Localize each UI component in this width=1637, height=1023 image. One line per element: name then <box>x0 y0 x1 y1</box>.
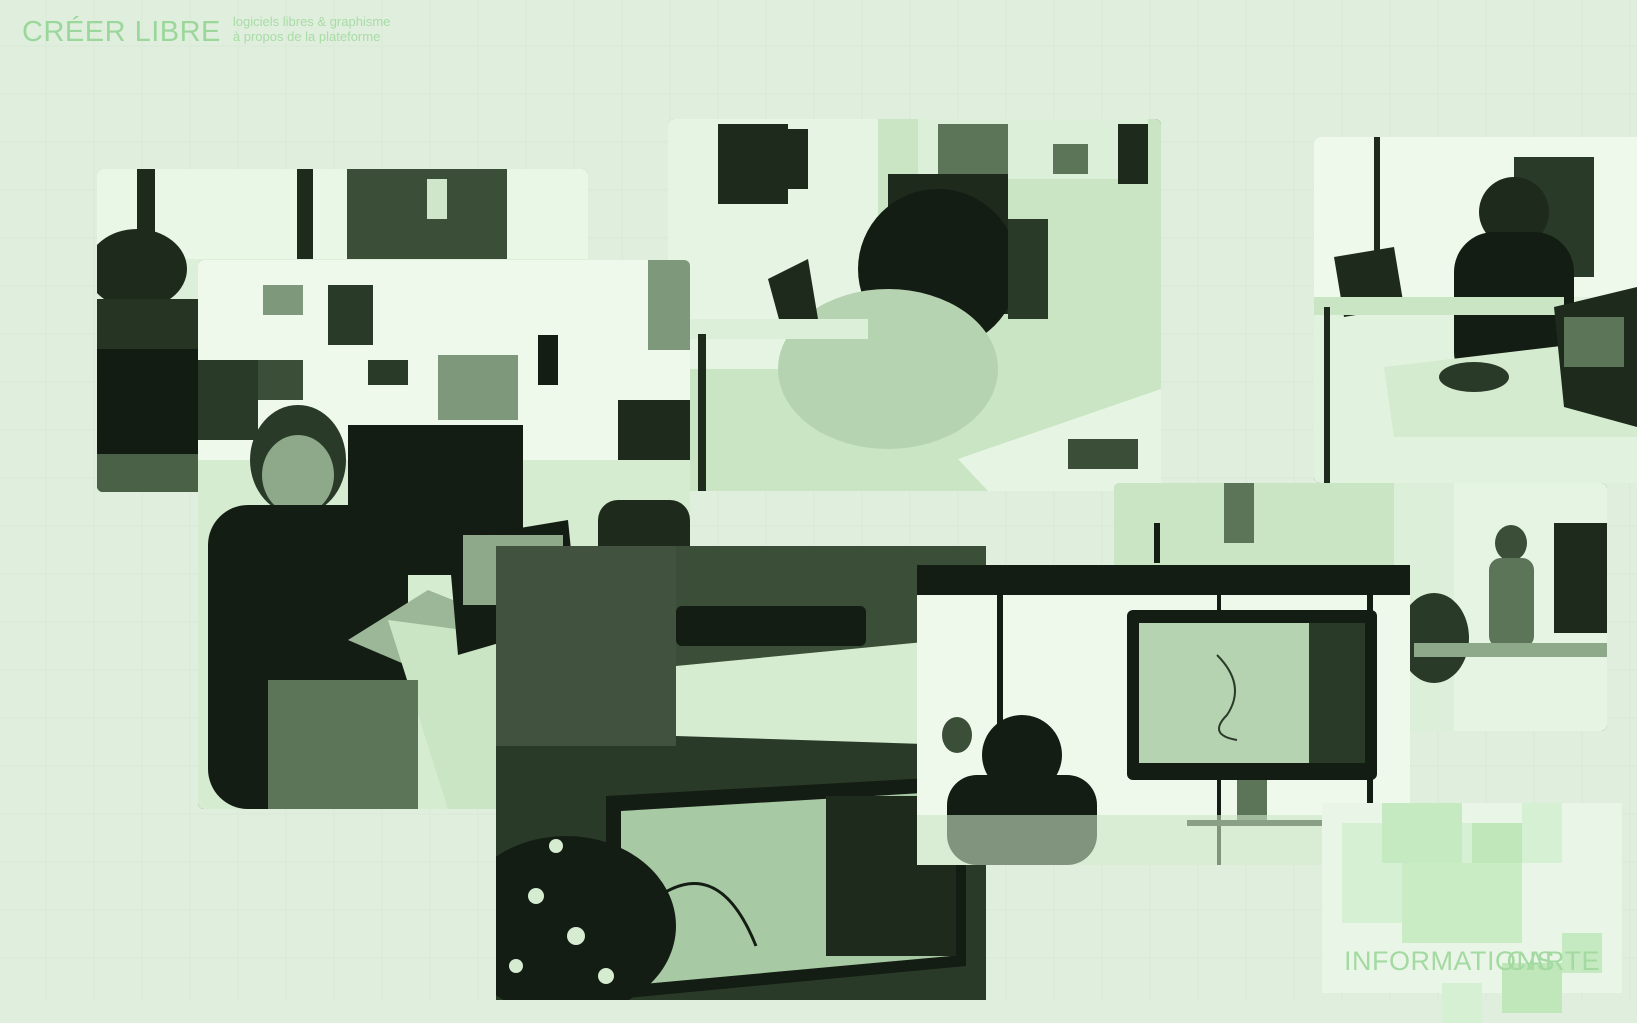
workshop-photo-2[interactable] <box>668 119 1161 491</box>
header-nav: logiciels libres & graphisme à propos de… <box>233 14 391 44</box>
nav-link-libre-software[interactable]: logiciels libres & graphisme <box>233 14 391 29</box>
map-thumbnail[interactable]: INFORMATIONS CARTE const data = JSON.par… <box>1322 803 1622 1023</box>
workshop-photo-3[interactable] <box>1314 137 1637 483</box>
nav-link-about[interactable]: à propos de la plateforme <box>233 29 391 44</box>
site-header: CRÉER LIBRE logiciels libres & graphisme… <box>22 14 390 47</box>
site-logo-link[interactable]: CRÉER LIBRE <box>22 18 221 47</box>
workshop-photo-5[interactable] <box>496 546 986 1000</box>
map-link[interactable]: CARTE <box>1506 946 1600 977</box>
